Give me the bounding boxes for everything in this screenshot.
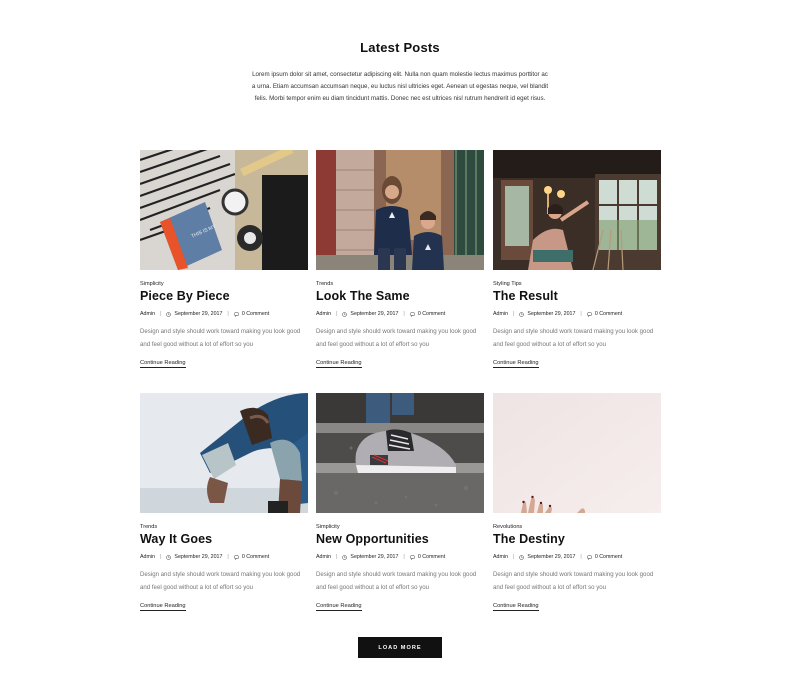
post-author[interactable]: Admin	[493, 554, 508, 560]
post-meta: Admin | September 29, 2017 | 0 Comment	[140, 554, 269, 560]
post-author[interactable]: Admin	[316, 554, 331, 560]
post-image-sneakers[interactable]	[316, 393, 484, 513]
post-date: September 29, 2017	[527, 311, 576, 317]
post-title[interactable]: New Opportunities	[316, 532, 429, 546]
post-author[interactable]: Admin	[316, 311, 331, 317]
post-excerpt: Design and style should work toward maki…	[493, 328, 654, 348]
post-date: September 29, 2017	[174, 554, 223, 560]
post-date: September 29, 2017	[350, 554, 399, 560]
continue-reading-link[interactable]: Continue Reading	[316, 603, 362, 611]
meta-separator: |	[336, 554, 338, 560]
post-date: September 29, 2017	[527, 554, 576, 560]
post-title[interactable]: The Destiny	[493, 532, 565, 546]
post-title[interactable]: Piece By Piece	[140, 289, 230, 303]
post-excerpt: Design and style should work toward maki…	[493, 571, 654, 591]
comment-icon	[410, 555, 415, 560]
post-comments[interactable]: 0 Comment	[418, 311, 445, 317]
continue-reading-link[interactable]: Continue Reading	[493, 360, 539, 368]
meta-separator: |	[403, 554, 405, 560]
meta-separator: |	[160, 554, 162, 560]
post-author[interactable]: Admin	[493, 311, 508, 317]
post-excerpt: Design and style should work toward maki…	[140, 328, 301, 348]
comment-icon	[234, 555, 239, 560]
comment-icon	[587, 312, 592, 317]
continue-reading-link[interactable]: Continue Reading	[140, 360, 186, 368]
load-more-button[interactable]: LOAD MORE	[358, 637, 442, 658]
post-meta: Admin | September 29, 2017 | 0 Comment	[140, 311, 269, 317]
post-title[interactable]: Look The Same	[316, 289, 410, 303]
post-category[interactable]: Revolutions	[493, 524, 522, 530]
comment-icon	[587, 555, 592, 560]
post-author[interactable]: Admin	[140, 311, 155, 317]
post-comments[interactable]: 0 Comment	[595, 554, 622, 560]
clock-icon	[166, 554, 172, 560]
clock-icon	[519, 554, 525, 560]
clock-icon	[166, 311, 172, 317]
post-excerpt: Design and style should work toward maki…	[316, 328, 477, 348]
post-category[interactable]: Simplicity	[140, 281, 164, 287]
post-excerpt: Design and style should work toward maki…	[316, 571, 477, 591]
meta-separator: |	[227, 311, 229, 317]
continue-reading-link[interactable]: Continue Reading	[493, 603, 539, 611]
post-date: September 29, 2017	[350, 311, 399, 317]
post-comments[interactable]: 0 Comment	[242, 554, 269, 560]
post-meta: Admin | September 29, 2017 | 0 Comment	[493, 311, 622, 317]
clock-icon	[519, 311, 525, 317]
post-author[interactable]: Admin	[140, 554, 155, 560]
comment-icon	[234, 312, 239, 317]
meta-separator: |	[160, 311, 162, 317]
comment-icon	[410, 312, 415, 317]
post-title[interactable]: Way It Goes	[140, 532, 212, 546]
post-meta: Admin | September 29, 2017 | 0 Comment	[493, 554, 622, 560]
post-category[interactable]: Styling Tips	[493, 281, 522, 287]
post-comments[interactable]: 0 Comment	[242, 311, 269, 317]
post-comments[interactable]: 0 Comment	[418, 554, 445, 560]
section-title: Latest Posts	[360, 40, 440, 55]
post-meta: Admin | September 29, 2017 | 0 Comment	[316, 311, 445, 317]
post-image-jeans[interactable]	[140, 393, 308, 513]
continue-reading-link[interactable]: Continue Reading	[316, 360, 362, 368]
meta-separator: |	[227, 554, 229, 560]
meta-separator: |	[336, 311, 338, 317]
section-intro: Lorem ipsum dolor sit amet, consectetur …	[251, 71, 549, 102]
meta-separator: |	[403, 311, 405, 317]
post-image-hand[interactable]	[493, 393, 661, 513]
post-image-flatlay[interactable]: THIS IS MY	[140, 150, 308, 270]
post-date: September 29, 2017	[174, 311, 223, 317]
post-meta: Admin | September 29, 2017 | 0 Comment	[316, 554, 445, 560]
post-title[interactable]: The Result	[493, 289, 558, 303]
post-category[interactable]: Simplicity	[316, 524, 340, 530]
post-image-couple[interactable]	[316, 150, 484, 270]
post-excerpt: Design and style should work toward maki…	[140, 571, 301, 591]
meta-separator: |	[513, 554, 515, 560]
post-comments[interactable]: 0 Comment	[595, 311, 622, 317]
post-category[interactable]: Trends	[316, 281, 333, 287]
continue-reading-link[interactable]: Continue Reading	[140, 603, 186, 611]
clock-icon	[342, 554, 348, 560]
meta-separator: |	[580, 554, 582, 560]
clock-icon	[342, 311, 348, 317]
post-image-interior[interactable]	[493, 150, 661, 270]
meta-separator: |	[580, 311, 582, 317]
meta-separator: |	[513, 311, 515, 317]
post-category[interactable]: Trends	[140, 524, 157, 530]
